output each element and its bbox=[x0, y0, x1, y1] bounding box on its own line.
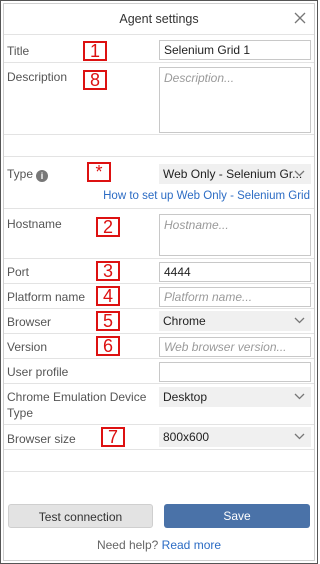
platform-label: Platform name bbox=[7, 290, 86, 304]
hostname-label: Hostname bbox=[7, 217, 62, 231]
user-profile-label: User profile bbox=[7, 365, 69, 379]
close-icon[interactable] bbox=[294, 12, 306, 24]
help-line: Need help? Read more bbox=[4, 538, 314, 552]
type-label-wrap: Type i bbox=[7, 167, 49, 182]
spacer-row bbox=[4, 134, 314, 156]
version-row: Version 6 Web browser version... bbox=[4, 333, 314, 358]
help-text: Need help? bbox=[96, 538, 159, 552]
browser-select[interactable]: Chrome bbox=[159, 311, 311, 331]
emulation-select-value: Desktop bbox=[163, 390, 208, 404]
footer-divider bbox=[4, 471, 314, 472]
callout-badge-1: 1 bbox=[83, 41, 107, 61]
emulation-label-line1: Chrome Emulation Device bbox=[7, 390, 147, 404]
emulation-label-line2: Type bbox=[7, 406, 34, 420]
browser-size-select-value: 800x600 bbox=[163, 430, 210, 444]
callout-badge-8: 8 bbox=[83, 70, 107, 90]
platform-name-input[interactable]: Platform name... bbox=[159, 287, 311, 307]
chevron-down-icon bbox=[294, 317, 305, 324]
title-label: Title bbox=[7, 44, 30, 58]
description-label: Description bbox=[7, 70, 68, 84]
type-select[interactable]: Web Only - Selenium Gr... bbox=[159, 164, 311, 184]
setup-guide-link[interactable]: How to set up Web Only - Selenium Grid bbox=[103, 190, 310, 202]
port-input[interactable]: 4444 bbox=[159, 262, 311, 282]
dialog-frame: Agent settings Title 1 Selenium Grid 1 D… bbox=[0, 0, 318, 564]
port-label: Port bbox=[7, 265, 30, 279]
callout-badge-4: 4 bbox=[96, 286, 120, 306]
type-label: Type bbox=[7, 167, 34, 181]
title-input[interactable]: Selenium Grid 1 bbox=[159, 40, 311, 60]
emulation-select[interactable]: Desktop bbox=[159, 387, 311, 407]
hostname-row: Hostname 2 Hostname... bbox=[4, 208, 314, 258]
callout-badge-6: 6 bbox=[96, 336, 120, 356]
description-row: Description 8 Description... bbox=[4, 62, 314, 134]
dialog-header: Agent settings bbox=[4, 4, 314, 34]
hostname-input[interactable]: Hostname... bbox=[159, 214, 311, 256]
browser-size-label: Browser size bbox=[7, 432, 76, 446]
callout-badge-7: 7 bbox=[101, 427, 125, 447]
browser-select-value: Chrome bbox=[163, 314, 206, 328]
read-more-link[interactable]: Read more bbox=[162, 538, 221, 552]
empty-row bbox=[4, 449, 314, 471]
emulation-row: Chrome Emulation Device Type Desktop bbox=[4, 383, 314, 424]
browser-label: Browser bbox=[7, 315, 52, 329]
agent-settings-dialog: Agent settings Title 1 Selenium Grid 1 D… bbox=[3, 3, 315, 561]
port-row: Port 3 4444 bbox=[4, 258, 314, 283]
dialog-title: Agent settings bbox=[119, 12, 199, 26]
user-profile-row: User profile bbox=[4, 358, 314, 383]
callout-badge-2: 2 bbox=[96, 217, 120, 237]
user-profile-input[interactable] bbox=[159, 362, 311, 382]
info-icon[interactable]: i bbox=[36, 170, 49, 182]
browser-row: Browser 5 Chrome bbox=[4, 308, 314, 333]
type-select-value: Web Only - Selenium Gr... bbox=[163, 167, 303, 181]
type-row: Type i * Web Only - Selenium Gr... bbox=[4, 156, 314, 186]
version-input[interactable]: Web browser version... bbox=[159, 337, 311, 357]
browser-size-row: Browser size 7 800x600 bbox=[4, 424, 314, 449]
platform-row: Platform name 4 Platform name... bbox=[4, 283, 314, 308]
title-row: Title 1 Selenium Grid 1 bbox=[4, 34, 314, 62]
description-textarea[interactable]: Description... bbox=[159, 67, 311, 133]
version-label: Version bbox=[7, 340, 48, 354]
chevron-down-icon bbox=[294, 433, 305, 440]
save-button[interactable]: Save bbox=[164, 504, 310, 528]
chevron-down-icon bbox=[294, 393, 305, 400]
callout-badge-3: 3 bbox=[96, 261, 120, 281]
callout-badge-required: * bbox=[87, 162, 111, 182]
browser-size-select[interactable]: 800x600 bbox=[159, 427, 311, 447]
chevron-down-icon bbox=[294, 170, 305, 177]
callout-badge-5: 5 bbox=[96, 311, 120, 331]
test-connection-button[interactable]: Test connection bbox=[8, 504, 153, 528]
